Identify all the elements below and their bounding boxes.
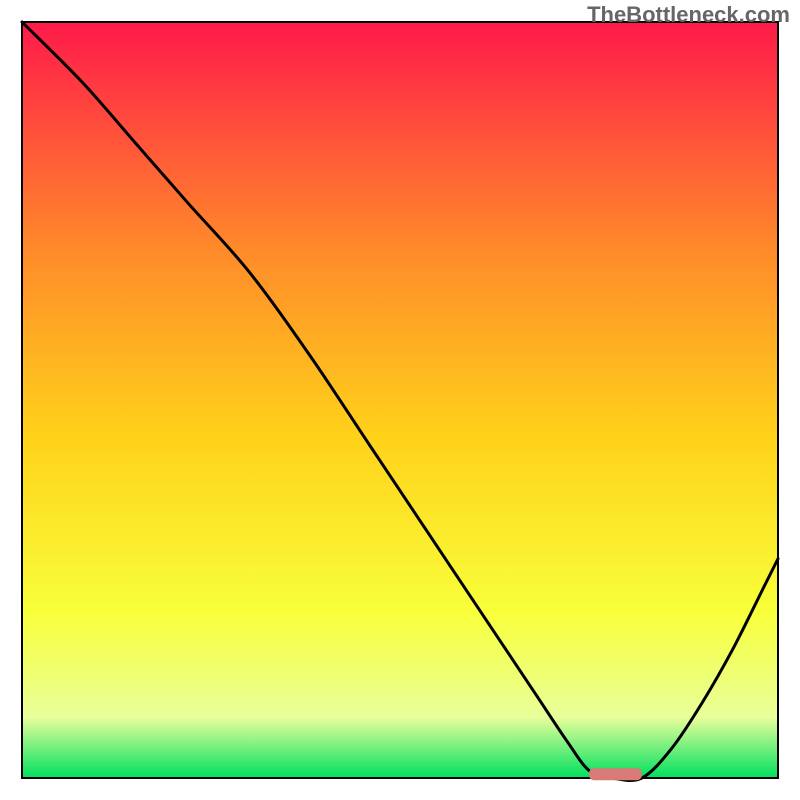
- watermark-text: TheBottleneck.com: [587, 2, 790, 28]
- chart-container: { "watermark": "TheBottleneck.com", "col…: [0, 0, 800, 800]
- bottleneck-chart: [0, 0, 800, 800]
- plot-background: [22, 22, 778, 778]
- optimum-marker: [589, 768, 642, 780]
